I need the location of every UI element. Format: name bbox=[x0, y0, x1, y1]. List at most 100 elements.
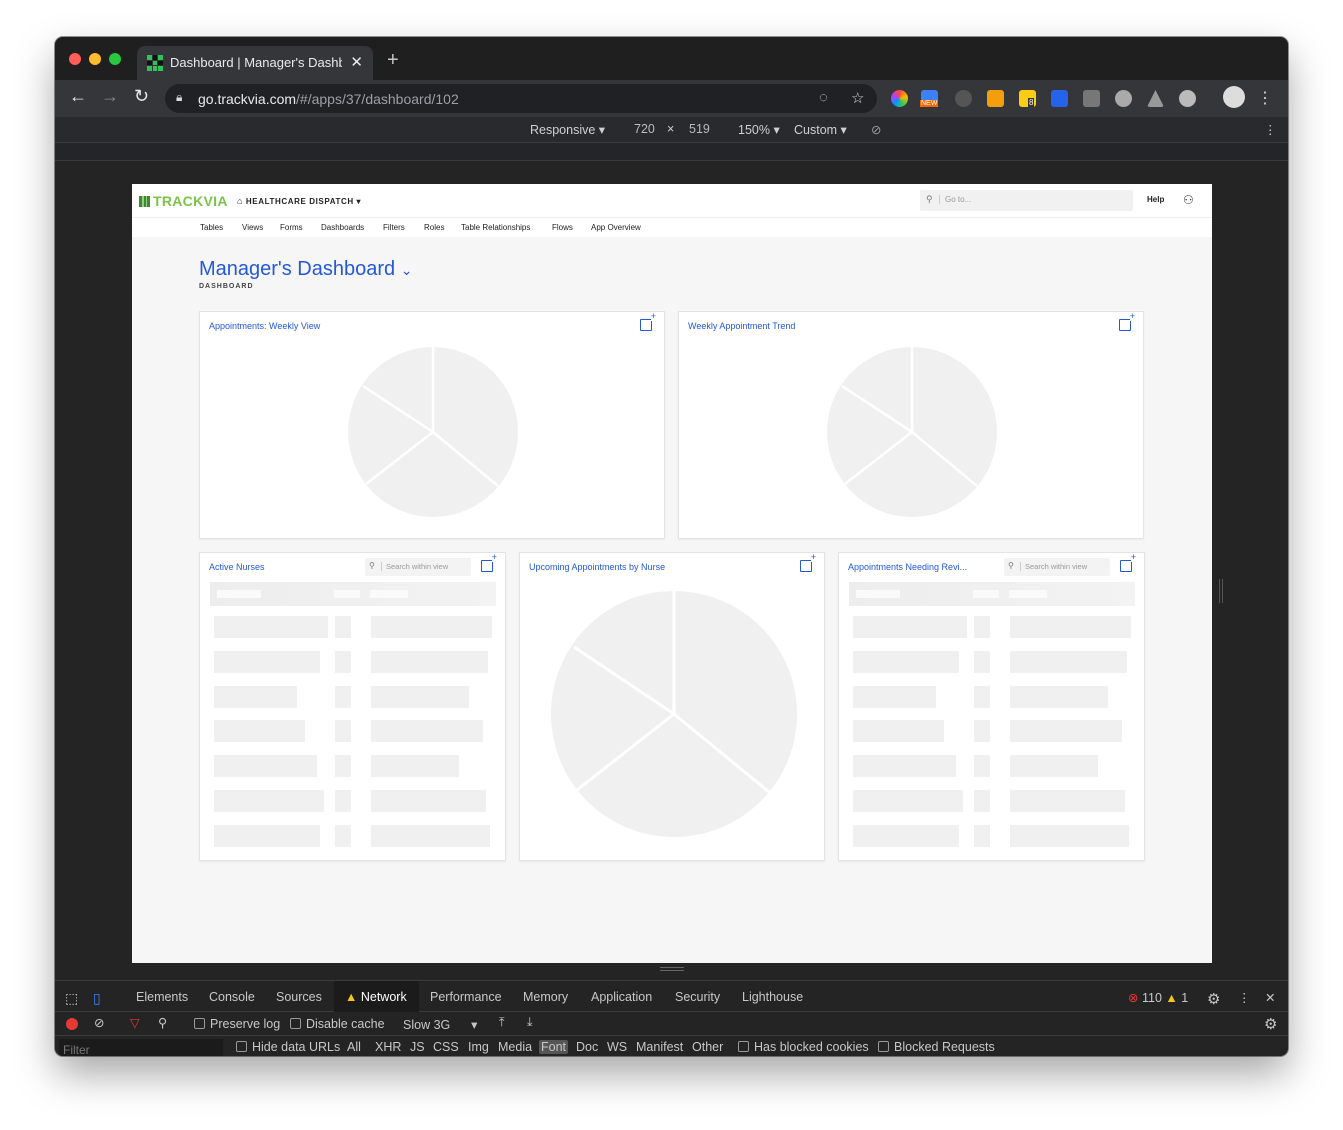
disable-cache-checkbox[interactable]: Disable cache bbox=[290, 1017, 385, 1031]
drive-extension-icon[interactable] bbox=[1147, 90, 1164, 107]
nav-table-relationships[interactable]: Table Relationships bbox=[461, 223, 530, 232]
search-within-view[interactable]: ⚲ Search within view bbox=[1004, 558, 1110, 576]
type-manifest[interactable]: Manifest bbox=[636, 1040, 683, 1054]
goto-search[interactable]: ⚲ Go to... bbox=[920, 190, 1133, 211]
throttle-select[interactable]: Slow 3G ▾ bbox=[403, 1017, 477, 1032]
filter-icon[interactable]: ▽ bbox=[130, 1015, 140, 1030]
network-settings-icon[interactable]: ⚙ bbox=[1264, 1015, 1277, 1033]
expand-widget-icon[interactable] bbox=[481, 553, 497, 572]
address-bar[interactable]: 🔒︎ go.trackvia.com/#/apps/37/dashboard/1… bbox=[165, 84, 877, 113]
filter-input[interactable]: Filter bbox=[59, 1039, 223, 1056]
widget-title[interactable]: Appointments: Weekly View bbox=[209, 321, 320, 331]
profile-avatar[interactable] bbox=[1223, 86, 1245, 108]
record-extension-icon[interactable] bbox=[1115, 90, 1132, 107]
nav-filters[interactable]: Filters bbox=[383, 223, 405, 232]
settings-gear-icon[interactable]: ⚙ bbox=[1207, 990, 1220, 1008]
height-input[interactable]: 519 bbox=[689, 122, 710, 136]
tab-lighthouse[interactable]: Lighthouse bbox=[742, 990, 803, 1004]
back-arrow-icon[interactable]: ← bbox=[69, 86, 87, 107]
circle-extension-icon[interactable] bbox=[1179, 90, 1196, 107]
help-link[interactable]: Help bbox=[1147, 195, 1164, 204]
throttle-select[interactable]: Custom ▾ bbox=[794, 122, 847, 137]
zoom-select[interactable]: 150% ▾ bbox=[738, 122, 780, 137]
hide-data-urls-checkbox[interactable]: Hide data URLs bbox=[236, 1040, 340, 1054]
expand-widget-icon[interactable] bbox=[1119, 312, 1135, 331]
expand-widget-icon[interactable] bbox=[640, 312, 656, 331]
tab-sources[interactable]: Sources bbox=[276, 990, 322, 1004]
expand-widget-icon[interactable] bbox=[800, 553, 816, 572]
type-other[interactable]: Other bbox=[692, 1040, 723, 1054]
widget-title[interactable]: Appointments Needing Revi... bbox=[848, 562, 967, 572]
type-font[interactable]: Font bbox=[539, 1040, 569, 1054]
import-har-icon[interactable]: ⤒ bbox=[499, 1015, 505, 1030]
maximize-window-button[interactable] bbox=[109, 53, 121, 65]
page-title[interactable]: Manager's Dashboard ⌄ bbox=[199, 258, 412, 281]
record-button[interactable] bbox=[66, 1018, 78, 1030]
g-extension-icon[interactable] bbox=[1083, 90, 1100, 107]
tab-elements[interactable]: Elements bbox=[136, 990, 188, 1004]
tab-memory[interactable]: Memory bbox=[523, 990, 568, 1004]
widget-title[interactable]: Active Nurses bbox=[209, 562, 265, 572]
lightbulb-extension-icon[interactable] bbox=[955, 90, 972, 107]
browser-tab[interactable]: Dashboard | Manager's Dashboard ✕ bbox=[137, 46, 373, 80]
tab-network[interactable]: ▲ Network bbox=[345, 990, 407, 1004]
tab-console[interactable]: Console bbox=[209, 990, 255, 1004]
type-all[interactable]: All bbox=[347, 1040, 361, 1054]
side-resize-handle[interactable] bbox=[1219, 579, 1223, 603]
flag-extension-icon[interactable] bbox=[1051, 90, 1068, 107]
new-extension-icon[interactable]: NEW bbox=[920, 90, 939, 107]
eye-slash-icon[interactable]: ◌ bbox=[819, 89, 828, 106]
type-media[interactable]: Media bbox=[498, 1040, 532, 1054]
type-ws[interactable]: WS bbox=[607, 1040, 627, 1054]
nav-flows[interactable]: Flows bbox=[552, 223, 573, 232]
nav-tables[interactable]: Tables bbox=[200, 223, 223, 232]
search-within-view[interactable]: ⚲ Search within view bbox=[365, 558, 471, 576]
expand-widget-icon[interactable] bbox=[1120, 553, 1136, 572]
tab-security[interactable]: Security bbox=[675, 990, 720, 1004]
nav-dashboards[interactable]: Dashboards bbox=[321, 223, 364, 232]
browser-menu-icon[interactable]: ⋮ bbox=[1257, 88, 1273, 108]
type-js[interactable]: JS bbox=[410, 1040, 425, 1054]
close-window-button[interactable] bbox=[69, 53, 81, 65]
error-count[interactable]: ⊗ 110 ▲ 1 bbox=[1128, 990, 1188, 1005]
type-css[interactable]: CSS bbox=[433, 1040, 459, 1054]
trackvia-logo[interactable]: TRACKVIA bbox=[139, 193, 228, 209]
type-xhr[interactable]: XHR bbox=[375, 1040, 401, 1054]
tab-performance[interactable]: Performance bbox=[430, 990, 502, 1004]
blocked-requests-checkbox[interactable]: Blocked Requests bbox=[878, 1040, 995, 1054]
user-icon[interactable]: ⚇ bbox=[1183, 193, 1194, 207]
notes-extension-icon[interactable]: 8 bbox=[1019, 90, 1036, 107]
nav-roles[interactable]: Roles bbox=[424, 223, 444, 232]
devtools-menu-icon[interactable]: ⋮ bbox=[1238, 990, 1251, 1005]
type-img[interactable]: Img bbox=[468, 1040, 489, 1054]
nav-app-overview[interactable]: App Overview bbox=[591, 223, 641, 232]
search-icon[interactable]: ⚲ bbox=[158, 1015, 167, 1030]
device-select[interactable]: Responsive ▾ bbox=[530, 122, 605, 137]
widget-title[interactable]: Upcoming Appointments by Nurse bbox=[529, 562, 665, 572]
clear-icon[interactable]: ⊘ bbox=[94, 1015, 104, 1030]
inspect-icon[interactable]: ⬚ bbox=[65, 990, 78, 1007]
blocked-cookies-checkbox[interactable]: Has blocked cookies bbox=[738, 1040, 869, 1054]
close-tab-icon[interactable]: ✕ bbox=[350, 53, 363, 71]
app-switcher[interactable]: ⌂ HEALTHCARE DISPATCH ▾ bbox=[237, 196, 361, 206]
bookmark-star-icon[interactable]: ☆ bbox=[851, 89, 864, 107]
new-tab-button[interactable]: + bbox=[387, 49, 399, 72]
device-toggle-icon[interactable]: ▯ bbox=[93, 990, 101, 1007]
export-har-icon[interactable]: ⤓ bbox=[527, 1015, 533, 1030]
close-devtools-icon[interactable]: ✕ bbox=[1265, 990, 1275, 1005]
nav-forms[interactable]: Forms bbox=[280, 223, 303, 232]
type-doc[interactable]: Doc bbox=[576, 1040, 598, 1054]
reload-icon[interactable]: ↻ bbox=[134, 86, 149, 107]
minimize-window-button[interactable] bbox=[89, 53, 101, 65]
widget-title[interactable]: Weekly Appointment Trend bbox=[688, 321, 795, 331]
nav-views[interactable]: Views bbox=[242, 223, 263, 232]
forward-arrow-icon[interactable]: → bbox=[101, 86, 119, 107]
preserve-log-checkbox[interactable]: Preserve log bbox=[194, 1017, 280, 1031]
width-input[interactable]: 720 bbox=[634, 122, 655, 136]
device-menu-icon[interactable]: ⋮ bbox=[1264, 122, 1277, 137]
tab-application[interactable]: Application bbox=[591, 990, 652, 1004]
rotate-icon[interactable]: ⊘ bbox=[871, 122, 881, 137]
r-extension-icon[interactable] bbox=[987, 90, 1004, 107]
resize-handle[interactable] bbox=[660, 967, 684, 971]
color-extension-icon[interactable] bbox=[891, 90, 908, 107]
